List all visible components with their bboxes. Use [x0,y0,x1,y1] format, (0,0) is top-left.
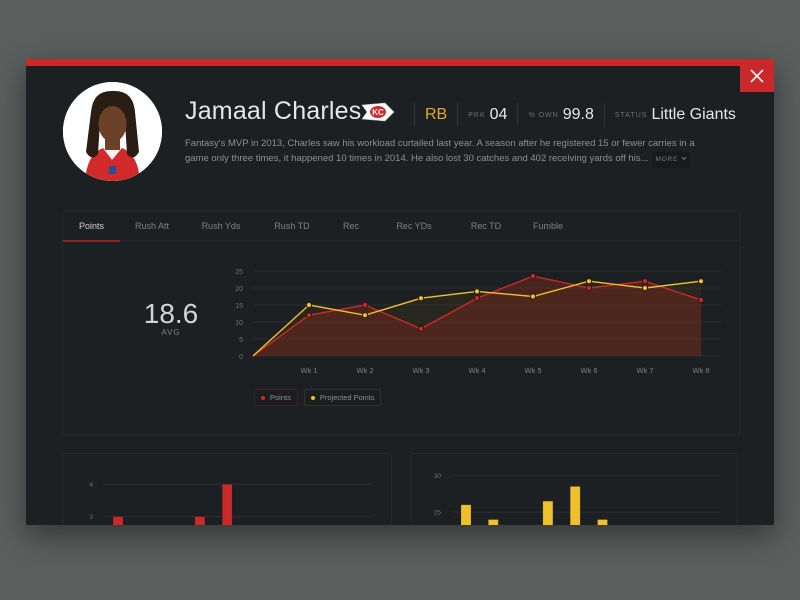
x-tick-label: Wk 2 [356,366,373,375]
projected-point [585,278,593,285]
position-badge: RB [425,106,448,123]
y-tick-label: 15 [235,303,243,310]
bar-chart-card-right: 202530 [410,453,738,525]
x-tick-label: Wk 3 [412,366,429,375]
stat-tabs: Points Rush Att Rush Yds Rush TD Rec Rec… [63,212,739,242]
average-value: 18.6 [143,298,199,329]
x-tick-label: Wk 6 [580,366,597,375]
chart-legend: Points Projected Points [254,389,382,406]
bio-text: Fantasy's MVP in 2013, Charles saw his w… [185,138,695,164]
points-point [697,296,705,304]
x-tick-label: Wk 1 [300,366,317,375]
status-label: STATUS [614,111,648,119]
x-tick-label: Wk 7 [636,366,653,375]
tab-rush-td[interactable]: Rush TD [266,212,318,240]
tab-points[interactable]: Points [63,212,120,242]
divider [414,103,415,127]
player-bio: Fantasy's MVP in 2013, Charles saw his w… [185,137,705,168]
player-modal: Jamaal Charles KC RB PRK 04 % OWN 99.8 S… [26,59,774,525]
y-tick-label: 30 [434,473,442,480]
projected-point [361,312,369,319]
bar-chart-card-left: 234 [62,453,392,525]
tab-rec-yds[interactable]: Rec YDs [389,212,439,240]
bar-chart-right: 202530 [434,473,721,525]
points-point [473,295,481,302]
bar [460,504,472,525]
y-tick-label: 25 [235,269,243,276]
player-photo [63,82,162,181]
divider [457,103,459,127]
y-tick-label: 20 [235,286,243,293]
status-value: Little Giants [651,106,736,123]
own-value: 99.8 [562,106,594,123]
accent-bar [26,59,774,66]
stats-panel: Points Rush Att Rush Yds Rush TD Rec Rec… [62,211,740,436]
average-summary: 18.6 AVG [111,298,231,337]
bar [488,519,499,525]
bar [112,516,124,525]
tab-rec[interactable]: Rec [335,212,367,240]
bar [221,483,233,525]
y-tick-label: 3 [89,514,93,521]
more-label: MORE [655,155,679,163]
projected-point [529,293,537,300]
chevron-down-icon [681,156,687,160]
own-label: % OWN [528,111,559,119]
y-tick-label: 10 [235,320,243,327]
tab-rush-att[interactable]: Rush Att [126,212,178,240]
points-point [585,284,593,292]
y-tick-label: 0 [239,354,243,361]
tab-fumble[interactable]: Fumble [524,212,572,240]
y-tick-label: 25 [434,510,442,517]
x-tick-label: Wk 5 [524,366,541,375]
close-button[interactable] [740,59,774,92]
svg-text:KC: KC [372,108,384,117]
points-point [529,273,537,280]
rank-value: 04 [489,106,508,123]
bar [194,516,206,525]
player-meta: RB PRK 04 % OWN 99.8 STATUS Little Giant… [404,103,736,127]
legend-projected-label: Projected Points [319,393,375,402]
projected-point [305,301,313,309]
tab-rush-yds[interactable]: Rush Yds [193,212,249,240]
divider [517,103,519,127]
points-point [305,312,313,319]
player-name: Jamaal Charles [185,97,362,125]
bar [597,519,608,525]
legend-points-marker [261,395,265,400]
projected-point [417,295,425,302]
legend-projected-points[interactable]: Projected Points [303,389,382,406]
projected-point [641,284,649,292]
player-avatar [63,82,162,181]
team-logo: KC [361,102,395,127]
chiefs-arrowhead-icon: KC [361,102,395,122]
points-point [417,325,425,332]
x-tick-label: Wk 4 [468,366,485,375]
legend-points-label: Points [270,393,291,402]
average-label: AVG [161,328,181,337]
more-button[interactable]: MORE [652,151,690,168]
points-point [361,301,369,309]
bar-chart-left: 234 [89,482,373,525]
projected-point [473,288,481,295]
bar [542,500,554,525]
divider [603,103,605,127]
tab-rec-td[interactable]: Rec TD [463,212,509,240]
projected-point [697,278,705,285]
close-icon [750,68,764,83]
points-point [641,278,649,285]
y-tick-label: 4 [89,482,93,489]
rank-label: PRK [468,111,486,119]
points-line-chart: 0 5 10 15 20 25 Wk 1 Wk 2 Wk 3 Wk 4 Wk 5 Wk 6 Wk 7 Wk… [235,269,721,375]
legend-projected-marker [310,395,315,400]
x-tick-label: Wk 8 [692,366,709,375]
y-tick-label: 5 [239,337,243,344]
legend-points[interactable]: Points [254,389,298,406]
bar [569,486,581,525]
